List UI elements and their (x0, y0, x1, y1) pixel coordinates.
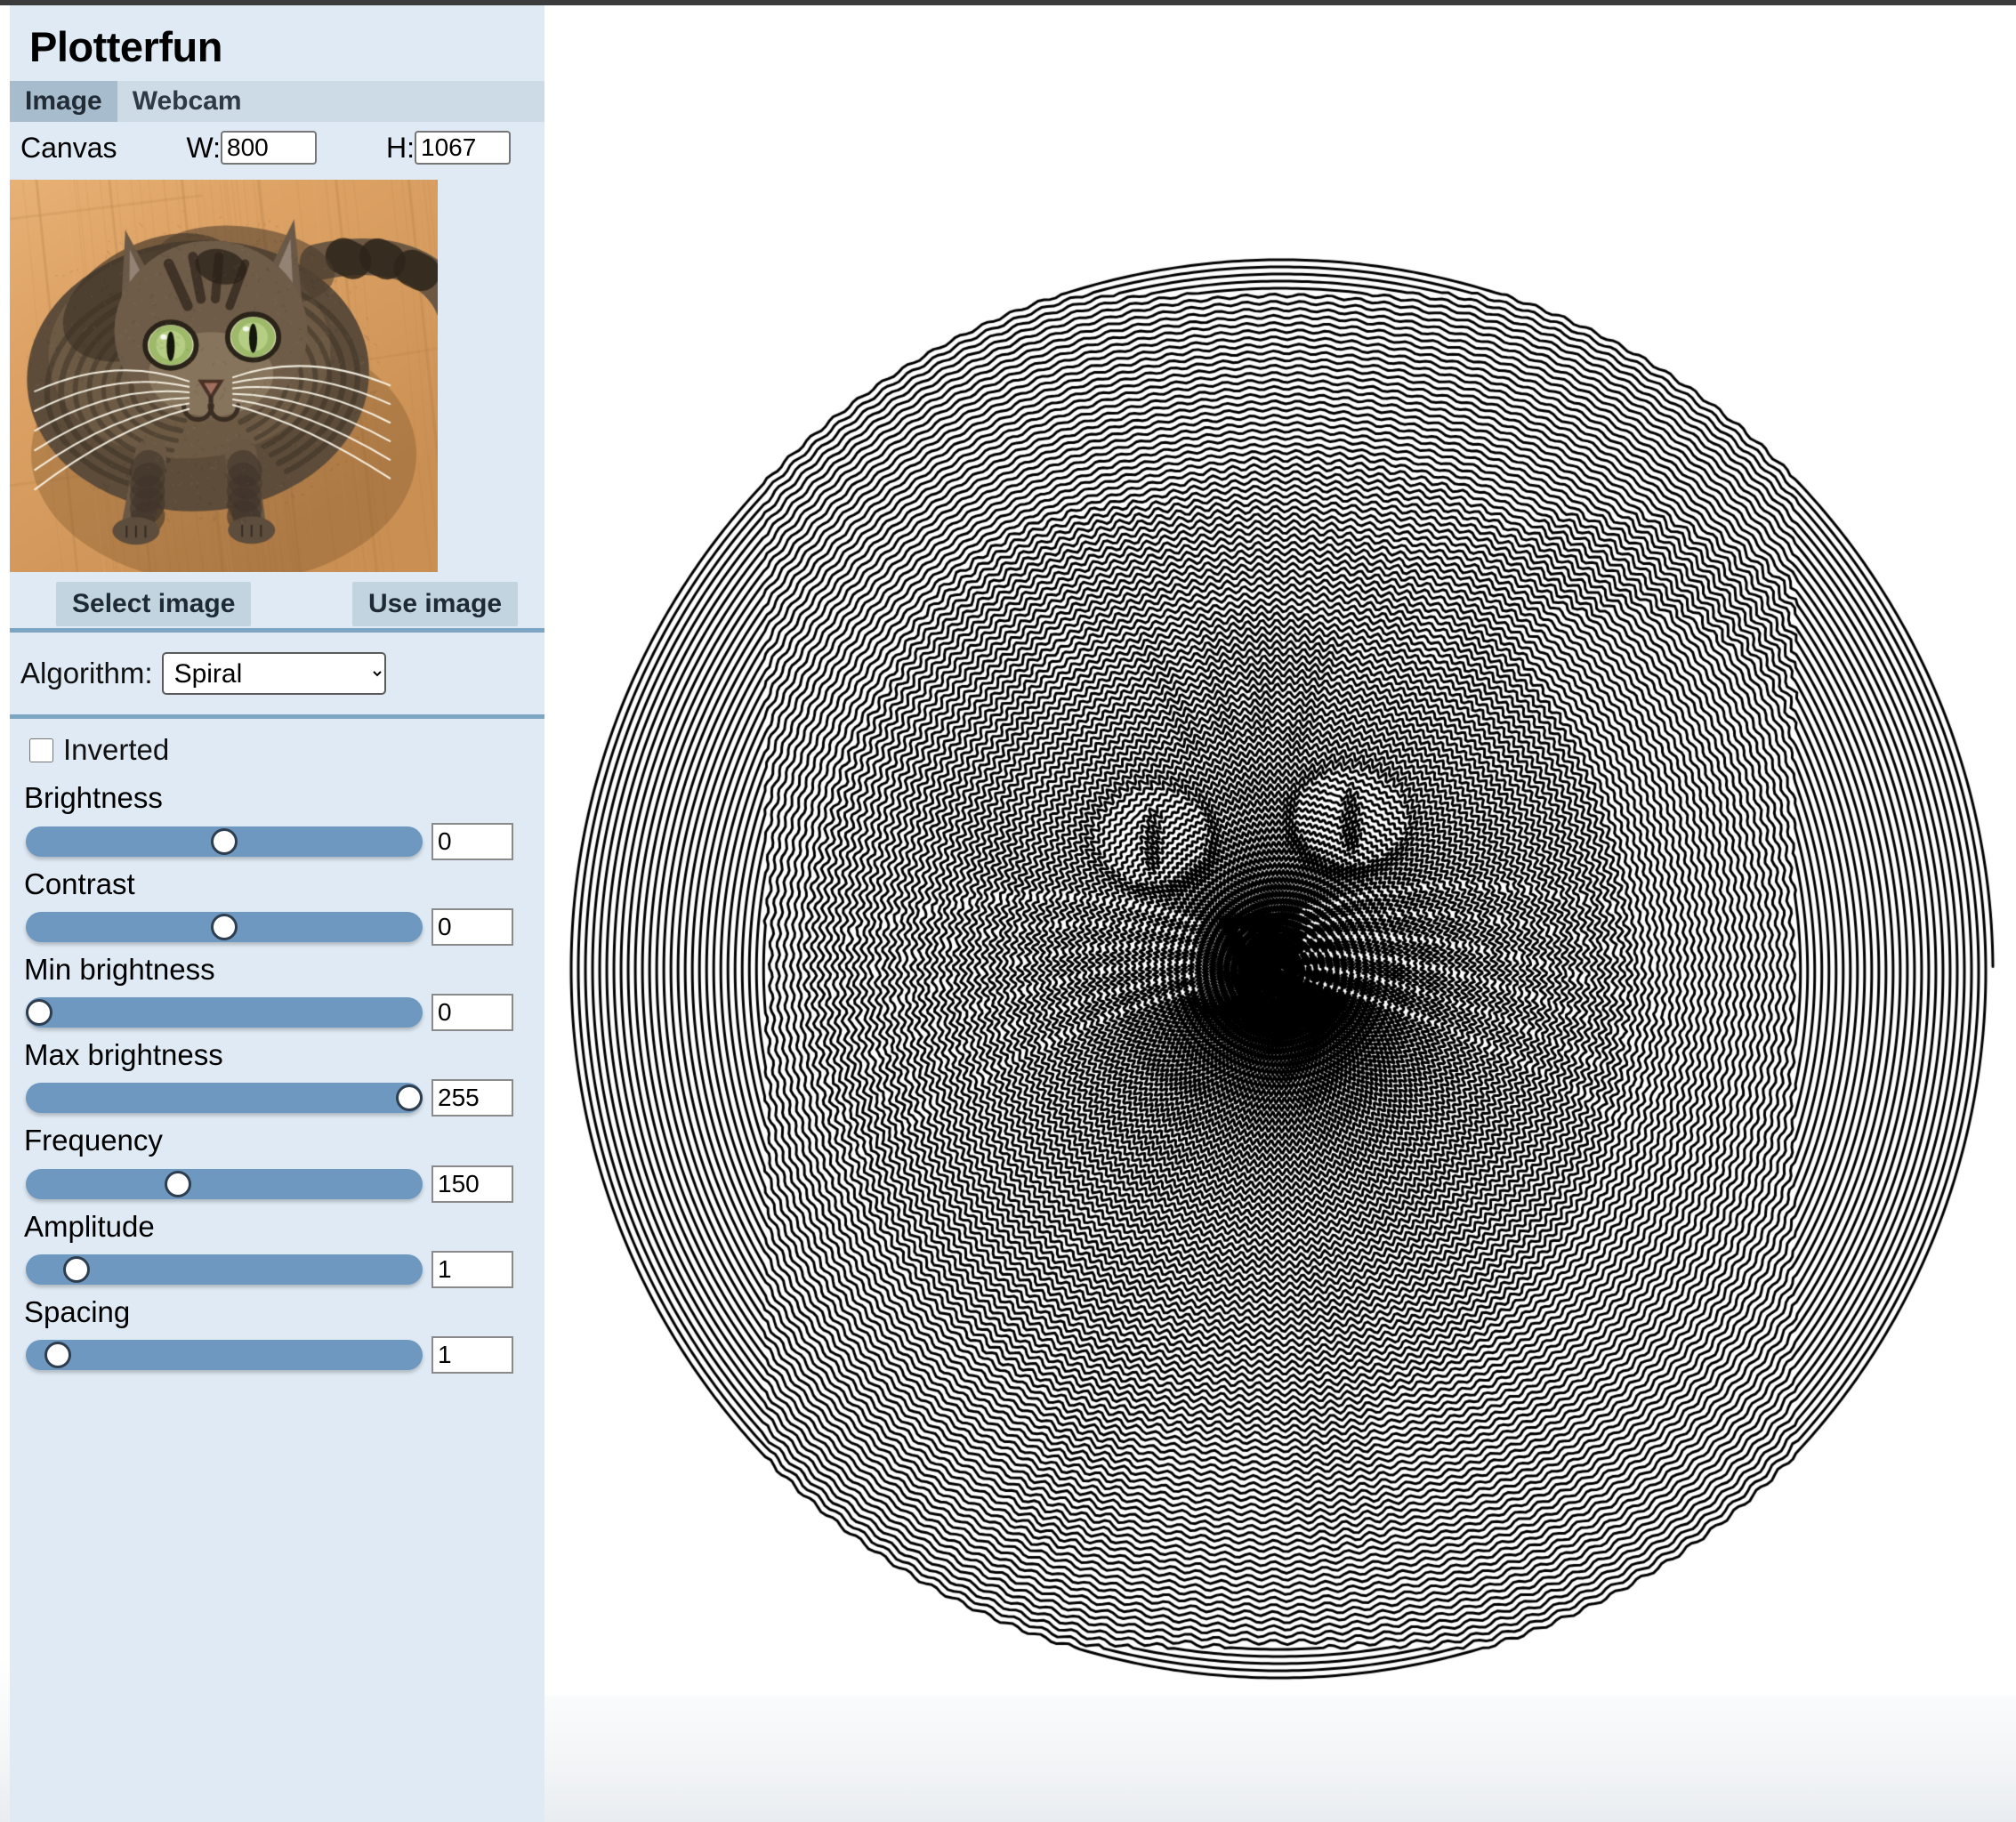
inverted-checkbox[interactable] (29, 738, 53, 762)
control-amplitude: Amplitude (10, 1208, 544, 1288)
min-brightness-label: Min brightness (20, 951, 544, 988)
control-contrast: Contrast (10, 866, 544, 946)
frequency-label: Frequency (20, 1122, 544, 1159)
contrast-slider[interactable] (26, 912, 423, 942)
canvas-width-label: W: (187, 132, 222, 165)
control-spacing: Spacing (10, 1294, 544, 1374)
algorithm-label: Algorithm: (20, 657, 153, 690)
amplitude-row (20, 1251, 544, 1288)
max-brightness-row (20, 1079, 544, 1117)
controls-sidebar: Plotterfun Image Webcam Canvas W: H: Sel… (10, 5, 544, 1822)
frequency-row (20, 1165, 544, 1203)
plotterfun-app-window: Plotterfun Image Webcam Canvas W: H: Sel… (0, 0, 2016, 1822)
amplitude-slider[interactable] (26, 1254, 423, 1285)
max-brightness-slider[interactable] (26, 1083, 423, 1113)
canvas-label: Canvas (20, 132, 117, 165)
spacing-slider[interactable] (26, 1340, 423, 1370)
select-image-button[interactable]: Select image (56, 582, 251, 626)
min-brightness-value-input[interactable] (431, 994, 513, 1031)
inverted-label: Inverted (63, 733, 169, 767)
control-brightness: Brightness (10, 779, 544, 859)
spiral-plot-canvas[interactable] (544, 246, 2016, 1696)
app-title: Plotterfun (10, 5, 544, 81)
image-button-row: Select image Use image (10, 576, 544, 628)
inverted-row[interactable]: Inverted (10, 733, 544, 767)
control-frequency: Frequency (10, 1122, 544, 1202)
contrast-row (20, 908, 544, 946)
algorithm-parameters: Inverted Brightness Contrast Min brightnes… (10, 719, 544, 1374)
control-max-brightness: Max brightness (10, 1036, 544, 1117)
spacing-label: Spacing (20, 1294, 544, 1331)
canvas-width-input[interactable] (221, 131, 317, 165)
tab-image[interactable]: Image (10, 81, 117, 122)
max-brightness-label: Max brightness (20, 1036, 544, 1074)
algorithm-row: Algorithm: SpiralScanlinesSquiggleConcen… (10, 633, 544, 714)
contrast-label: Contrast (20, 866, 544, 903)
frequency-slider[interactable] (26, 1169, 423, 1199)
plot-output-area (544, 5, 2016, 1822)
control-min-brightness: Min brightness (10, 951, 544, 1031)
source-image-thumbnail (10, 180, 438, 572)
tab-webcam[interactable]: Webcam (117, 81, 257, 122)
amplitude-value-input[interactable] (431, 1251, 513, 1288)
slider-list: Brightness Contrast Min brightness Max brig… (10, 779, 544, 1374)
algorithm-select[interactable]: SpiralScanlinesSquiggleConcentricStipple… (162, 652, 386, 695)
use-image-button[interactable]: Use image (352, 582, 518, 626)
contrast-value-input[interactable] (431, 908, 513, 946)
min-brightness-row (20, 994, 544, 1031)
canvas-height-input[interactable] (415, 131, 511, 165)
brightness-row (20, 823, 544, 860)
brightness-label: Brightness (20, 779, 544, 817)
brightness-value-input[interactable] (431, 823, 513, 860)
frequency-value-input[interactable] (431, 1165, 513, 1203)
tab-bar: Image Webcam (10, 81, 544, 122)
canvas-size-row: Canvas W: H: (10, 122, 544, 173)
max-brightness-value-input[interactable] (431, 1079, 513, 1117)
spacing-row (20, 1336, 544, 1374)
canvas-height-label: H: (386, 132, 415, 165)
min-brightness-slider[interactable] (26, 997, 423, 1028)
brightness-slider[interactable] (26, 826, 423, 857)
spacing-value-input[interactable] (431, 1336, 513, 1374)
amplitude-label: Amplitude (20, 1208, 544, 1246)
source-image-preview[interactable] (10, 180, 438, 572)
